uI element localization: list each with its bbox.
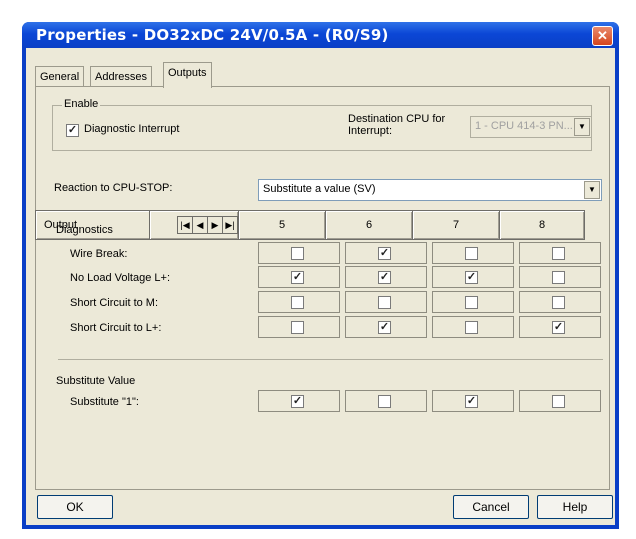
section-divider [58,359,603,360]
diagnostic-interrupt-checkbox[interactable]: ✓ [66,124,79,137]
tab-addresses[interactable]: Addresses [90,66,152,87]
diag-r1-c7-cell: ✓ [432,266,514,288]
substitute-c7-checkbox[interactable]: ✓ [465,395,478,408]
next-page-icon[interactable]: ▶ [207,216,223,234]
destination-cpu-value: 1 - CPU 414-3 PN... [475,120,573,132]
diag-r0-c6-cell: ✓ [345,242,427,264]
diag-r3-c7-cell [432,316,514,338]
destination-cpu-label: Destination CPU for Interrupt: [348,113,446,137]
column-header-8[interactable]: 8 [499,210,585,240]
diag-r2-c8-checkbox[interactable] [552,296,565,309]
last-page-icon[interactable]: ▶| [222,216,238,234]
diag-r3-c6-cell: ✓ [345,316,427,338]
diag-r3-c5-cell [258,316,340,338]
diagnostics-section-label: Diagnostics [56,224,113,236]
tab-outputs[interactable]: Outputs [163,62,212,88]
diag-r2-c7-checkbox[interactable] [465,296,478,309]
diag-r1-c6-checkbox[interactable]: ✓ [378,271,391,284]
substitute-c5-cell: ✓ [258,390,340,412]
chevron-down-icon: ▼ [574,118,590,136]
destination-cpu-select[interactable]: 1 - CPU 414-3 PN... ▼ [470,116,592,138]
substitute-c8-checkbox[interactable] [552,395,565,408]
diag-r2-c5-checkbox[interactable] [291,296,304,309]
reaction-value: Substitute a value (SV) [263,183,376,195]
diag-r3-c8-checkbox[interactable]: ✓ [552,321,565,334]
diag-r2-c6-checkbox[interactable] [378,296,391,309]
row-label-no-load-voltage: No Load Voltage L+: [70,272,170,284]
column-header-6[interactable]: 6 [325,210,413,240]
diag-r3-c5-checkbox[interactable] [291,321,304,334]
row-label-short-circuit-l: Short Circuit to L+: [70,322,162,334]
diag-r0-c6-checkbox[interactable]: ✓ [378,247,391,260]
substitute-c6-cell [345,390,427,412]
prev-page-icon[interactable]: ◀ [192,216,208,234]
outputs-panel: Enable ✓ Diagnostic Interrupt Destinatio… [35,86,610,490]
diag-r3-c6-checkbox[interactable]: ✓ [378,321,391,334]
column-header-7[interactable]: 7 [412,210,500,240]
diag-r1-c7-checkbox[interactable]: ✓ [465,271,478,284]
title-bar[interactable]: Properties - DO32xDC 24V/0.5A - (R0/S9) … [22,22,619,48]
chevron-down-icon: ▼ [584,181,600,199]
diag-r1-c5-checkbox[interactable]: ✓ [291,271,304,284]
column-header-5[interactable]: 5 [238,210,326,240]
window-title: Properties - DO32xDC 24V/0.5A - (R0/S9) [36,26,389,44]
diag-r1-c5-cell: ✓ [258,266,340,288]
enable-legend: Enable [62,98,101,110]
ok-button[interactable]: OK [37,495,113,519]
close-button[interactable]: ✕ [592,26,613,46]
substitute-section-label: Substitute Value [56,375,136,387]
diag-r2-c5-cell [258,291,340,313]
substitute-c8-cell [519,390,601,412]
diag-r1-c8-checkbox[interactable] [552,271,565,284]
substitute-c5-checkbox[interactable]: ✓ [291,395,304,408]
row-label-wire-break: Wire Break: [70,248,128,260]
row-label-short-circuit-m: Short Circuit to M: [70,297,159,309]
row-label-substitute-1: Substitute "1": [70,396,139,408]
diag-r0-c5-cell [258,242,340,264]
help-button[interactable]: Help [537,495,613,519]
diag-r1-c8-cell [519,266,601,288]
cancel-button[interactable]: Cancel [453,495,529,519]
tab-general[interactable]: General [35,66,85,87]
diag-r0-c8-checkbox[interactable] [552,247,565,260]
diag-r0-c8-cell [519,242,601,264]
substitute-c7-cell: ✓ [432,390,514,412]
reaction-label: Reaction to CPU-STOP: [54,182,173,194]
substitute-c6-checkbox[interactable] [378,395,391,408]
diag-r2-c6-cell [345,291,427,313]
diag-r1-c6-cell: ✓ [345,266,427,288]
diag-r0-c5-checkbox[interactable] [291,247,304,260]
reaction-select[interactable]: Substitute a value (SV) ▼ [258,179,602,201]
diag-r0-c7-cell [432,242,514,264]
diag-r3-c7-checkbox[interactable] [465,321,478,334]
diag-r2-c8-cell [519,291,601,313]
diag-r3-c8-cell: ✓ [519,316,601,338]
diagnostic-interrupt-label: Diagnostic Interrupt [84,123,180,135]
first-page-icon[interactable]: |◀ [177,216,193,234]
diag-r2-c7-cell [432,291,514,313]
diag-r0-c7-checkbox[interactable] [465,247,478,260]
